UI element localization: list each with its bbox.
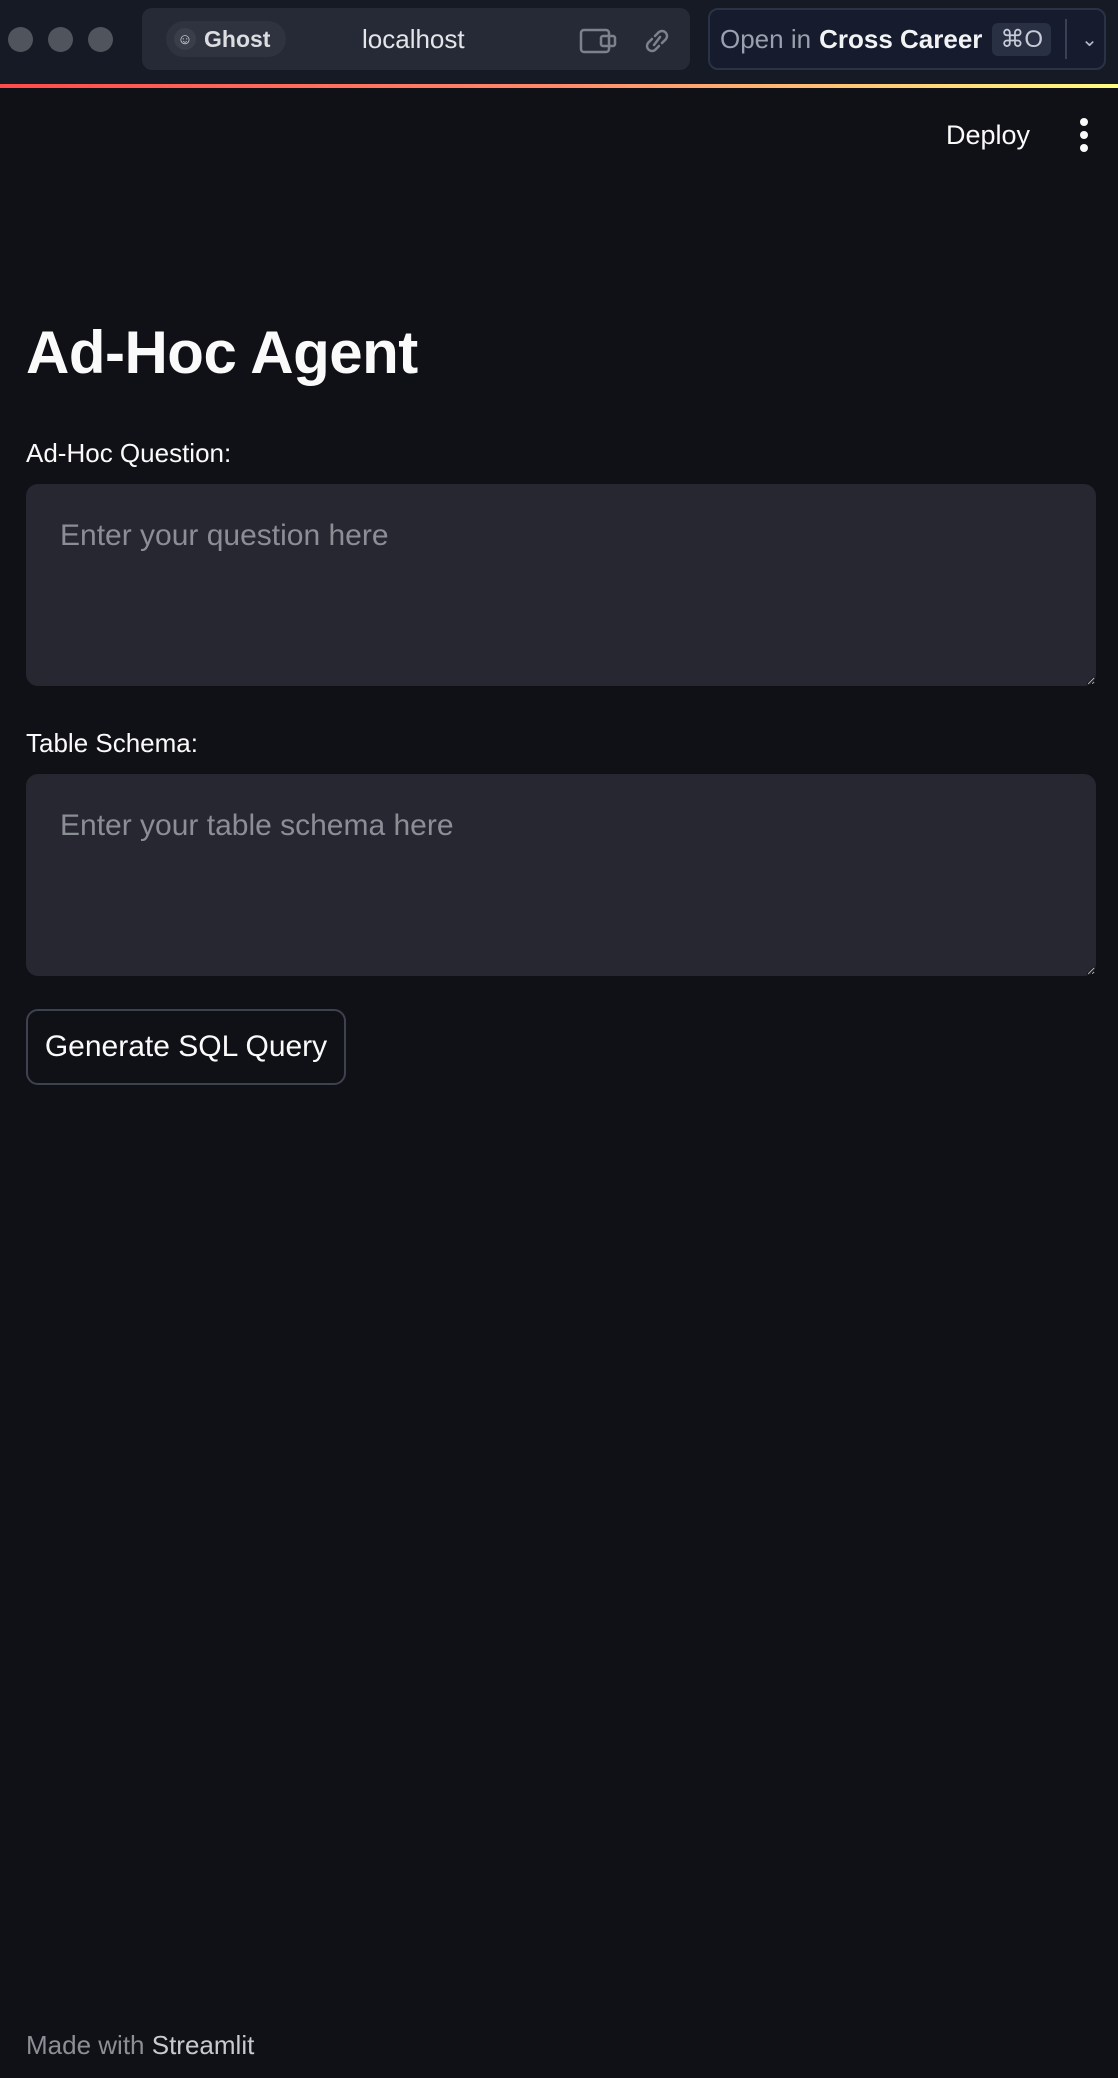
more-options-icon[interactable] [1074, 118, 1094, 154]
footer-prefix: Made with [26, 2030, 145, 2060]
ghost-icon: ☺ [174, 28, 196, 50]
link-icon[interactable] [640, 26, 674, 56]
generate-sql-button[interactable]: Generate SQL Query [26, 1009, 346, 1085]
header-accent-line [0, 84, 1118, 88]
divider [1065, 19, 1068, 59]
open-in-prefix: Open in [720, 23, 812, 54]
minimize-window-button[interactable] [48, 27, 73, 52]
open-in-app-name: Cross Career [819, 23, 983, 54]
profile-pill[interactable]: ☺ Ghost [166, 21, 287, 57]
footer: Made with Streamlit [26, 2030, 254, 2061]
question-label: Ad-Hoc Question: [26, 438, 232, 468]
maximize-window-button[interactable] [88, 27, 113, 52]
question-input[interactable] [26, 484, 1096, 686]
close-window-button[interactable] [8, 27, 33, 52]
profile-label: Ghost [204, 25, 271, 52]
picture-in-picture-icon[interactable] [579, 26, 619, 56]
chevron-down-icon[interactable]: ⌄ [1081, 27, 1098, 52]
open-in-app-button[interactable]: Open in Cross Career ⌘O ⌄ [708, 8, 1106, 70]
shortcut-badge: ⌘O [992, 22, 1052, 56]
address-bar[interactable]: ☺ Ghost localhost [142, 8, 690, 70]
deploy-button[interactable]: Deploy [930, 112, 1046, 158]
url-text[interactable]: localhost [362, 8, 465, 70]
browser-chrome: ☺ Ghost localhost Open in Cross Career ⌘… [0, 0, 1118, 86]
streamlit-link[interactable]: Streamlit [152, 2030, 255, 2060]
schema-label: Table Schema: [26, 728, 198, 758]
schema-input[interactable] [26, 774, 1096, 976]
page-title: Ad-Hoc Agent [26, 319, 418, 386]
